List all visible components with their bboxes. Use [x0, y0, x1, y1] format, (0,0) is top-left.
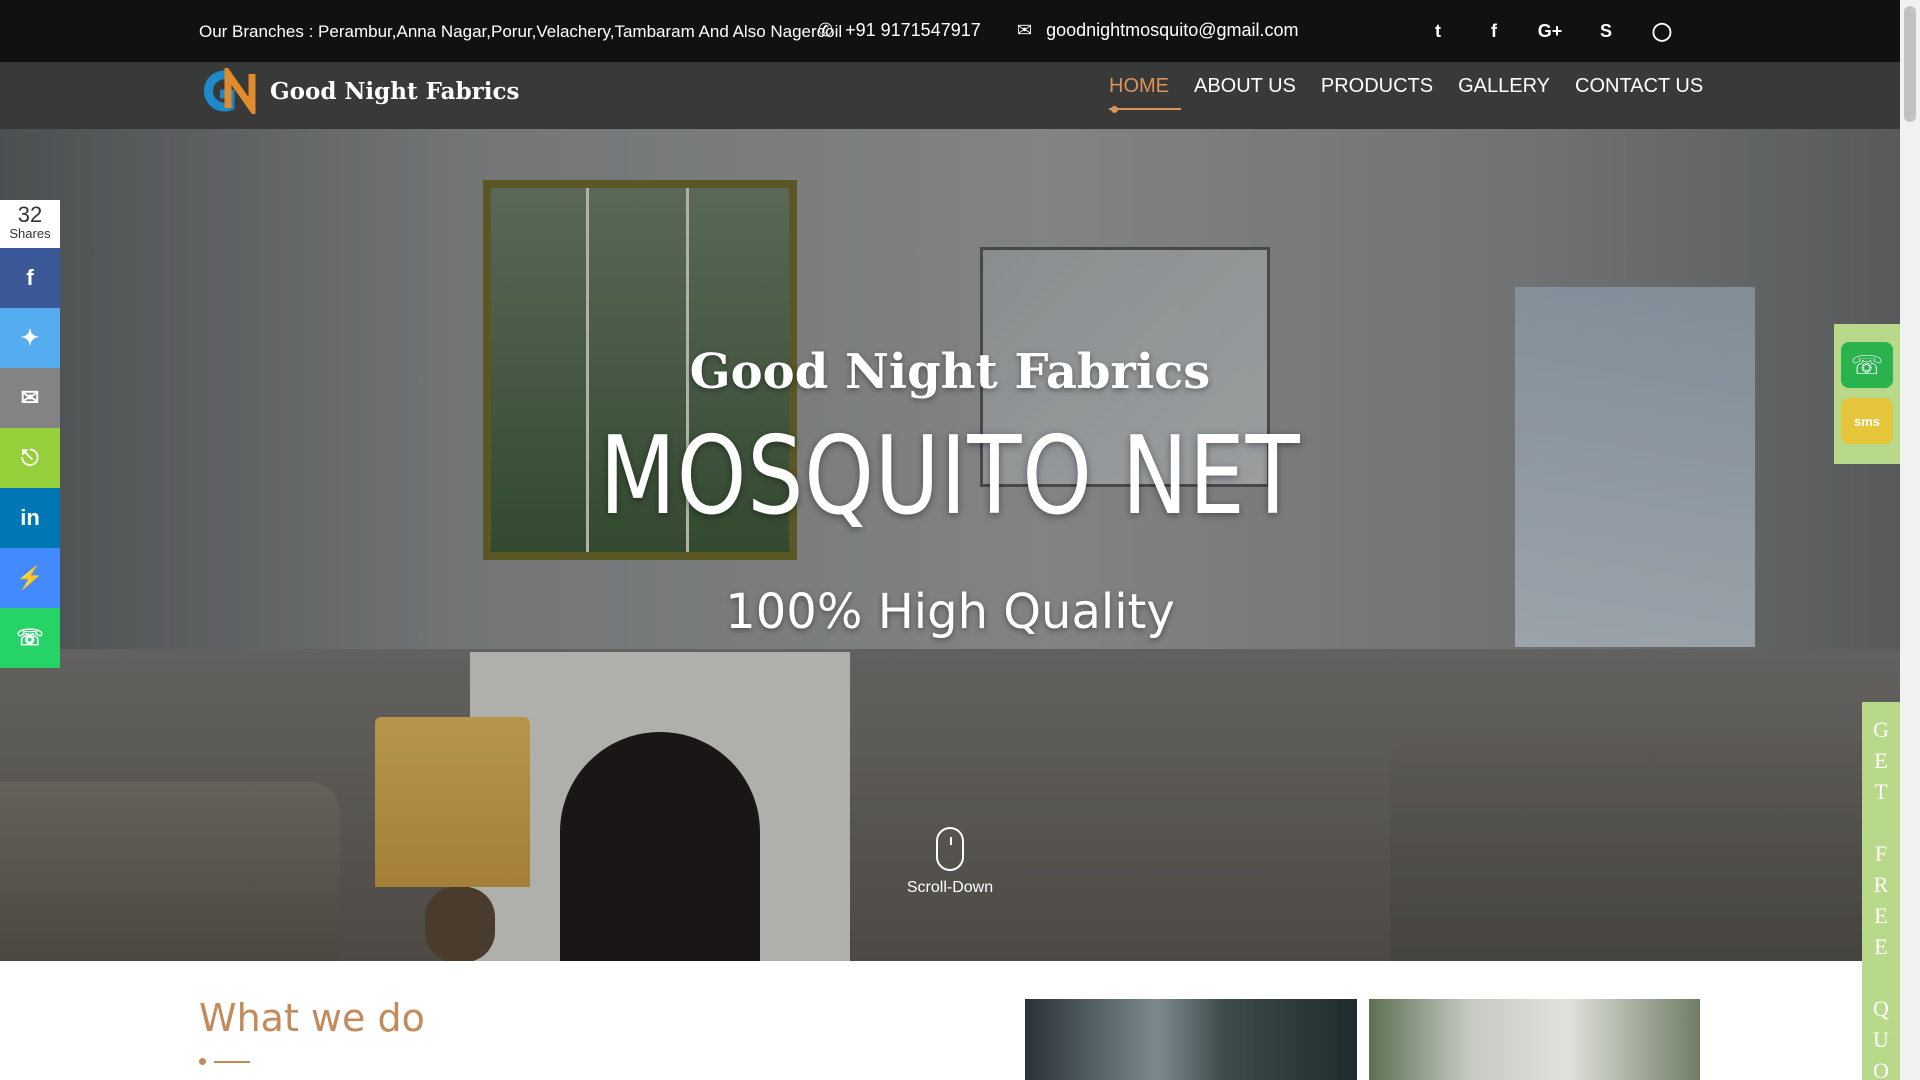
scroll-down-button[interactable]: Scroll-Down — [900, 827, 1000, 897]
share-whatsapp-button[interactable]: ☏ — [0, 608, 60, 668]
share-count: 32 Shares — [0, 200, 60, 248]
nav-home[interactable]: HOME — [1109, 75, 1181, 113]
share-sidebar: 32 Shares f ✦ ✉ ⎋ in ⚡ ☏ — [0, 200, 60, 668]
nav-gallery[interactable]: GALLERY — [1458, 75, 1550, 110]
linkedin-icon: in — [20, 505, 40, 530]
whatsapp-icon: ☏ — [16, 625, 44, 650]
share-count-number: 32 — [17, 202, 43, 227]
branches-text: Our Branches : Perambur,Anna Nagar,Porur… — [199, 22, 843, 41]
envelope-icon: ✉ — [1017, 20, 1033, 40]
scrollbar-thumb[interactable] — [1904, 6, 1916, 122]
nav-contact-us[interactable]: CONTACT US — [1575, 75, 1703, 110]
logo-text: Good Night Fabrics — [270, 77, 520, 105]
share-twitter-button[interactable]: ✦ — [0, 308, 60, 368]
sms-icon: sms — [1853, 413, 1881, 429]
hero-banner: Good Night Fabrics MOSQUITO NET 100% Hig… — [0, 62, 1900, 961]
mouse-icon — [936, 827, 964, 871]
contact-widget: ☏ sms — [1834, 324, 1900, 464]
logo-mark-icon — [200, 62, 262, 120]
nav-products[interactable]: PRODUCTS — [1321, 75, 1433, 110]
hero-subtitle: 100% High Quality — [725, 584, 1175, 640]
hero-brand: Good Night Fabrics — [689, 344, 1211, 400]
page-scrollbar[interactable] — [1900, 0, 1920, 1080]
twitter-icon: ✦ — [20, 325, 40, 350]
messenger-icon: ⚡ — [16, 565, 44, 590]
gallery-thumbnail[interactable] — [1025, 999, 1357, 1080]
email-icon: ✉ — [20, 385, 40, 410]
share-messenger-button[interactable]: ⚡ — [0, 548, 60, 608]
sms-contact-button[interactable]: sms — [1841, 398, 1893, 444]
whatsapp-contact-button[interactable]: ☏ — [1841, 342, 1893, 388]
skype-icon[interactable]: S — [1578, 18, 1634, 44]
facebook-icon[interactable]: f — [1466, 18, 1522, 44]
main-navbar: Good Night Fabrics HOME ABOUT US PRODUCT… — [0, 62, 1900, 129]
email-link[interactable]: ✉ goodnightmosquito@gmail.com — [1017, 20, 1299, 41]
nav-menu: HOME ABOUT US PRODUCTS GALLERY CONTACT U… — [1109, 75, 1703, 113]
share-facebook-button[interactable]: f — [0, 248, 60, 308]
gallery-thumbnail[interactable] — [1369, 999, 1700, 1080]
what-we-do-section: What we do — [199, 996, 425, 1065]
social-links: t f G+ S ◯ — [1410, 18, 1690, 44]
share-count-label: Shares — [9, 226, 51, 241]
get-free-quote-tab[interactable]: G E T F R E E Q U O — [1862, 702, 1900, 1080]
phone-link[interactable]: ✆ +91 9171547917 — [818, 20, 981, 41]
share-more-button[interactable]: ⎋ — [0, 428, 60, 488]
instagram-icon[interactable]: ◯ — [1634, 18, 1690, 44]
whatsapp-icon: ☏ — [1850, 349, 1884, 380]
share-icon: ⎋ — [21, 445, 39, 470]
twitter-icon[interactable]: t — [1410, 18, 1466, 44]
scroll-down-label: Scroll-Down — [906, 879, 994, 896]
share-email-button[interactable]: ✉ — [0, 368, 60, 428]
site-logo[interactable]: Good Night Fabrics — [200, 62, 520, 120]
facebook-icon: f — [26, 265, 34, 290]
section-heading: What we do — [199, 996, 425, 1040]
phone-number: +91 9171547917 — [845, 20, 981, 40]
share-linkedin-button[interactable]: in — [0, 488, 60, 548]
phone-icon: ✆ — [818, 20, 834, 40]
top-info-bar: Our Branches : Perambur,Anna Nagar,Porur… — [0, 0, 1900, 62]
nav-about-us[interactable]: ABOUT US — [1194, 75, 1296, 110]
google-plus-icon[interactable]: G+ — [1522, 18, 1578, 44]
email-address: goodnightmosquito@gmail.com — [1046, 20, 1299, 40]
hero-title: MOSQUITO NET — [599, 414, 1301, 539]
heading-divider — [199, 1058, 425, 1065]
